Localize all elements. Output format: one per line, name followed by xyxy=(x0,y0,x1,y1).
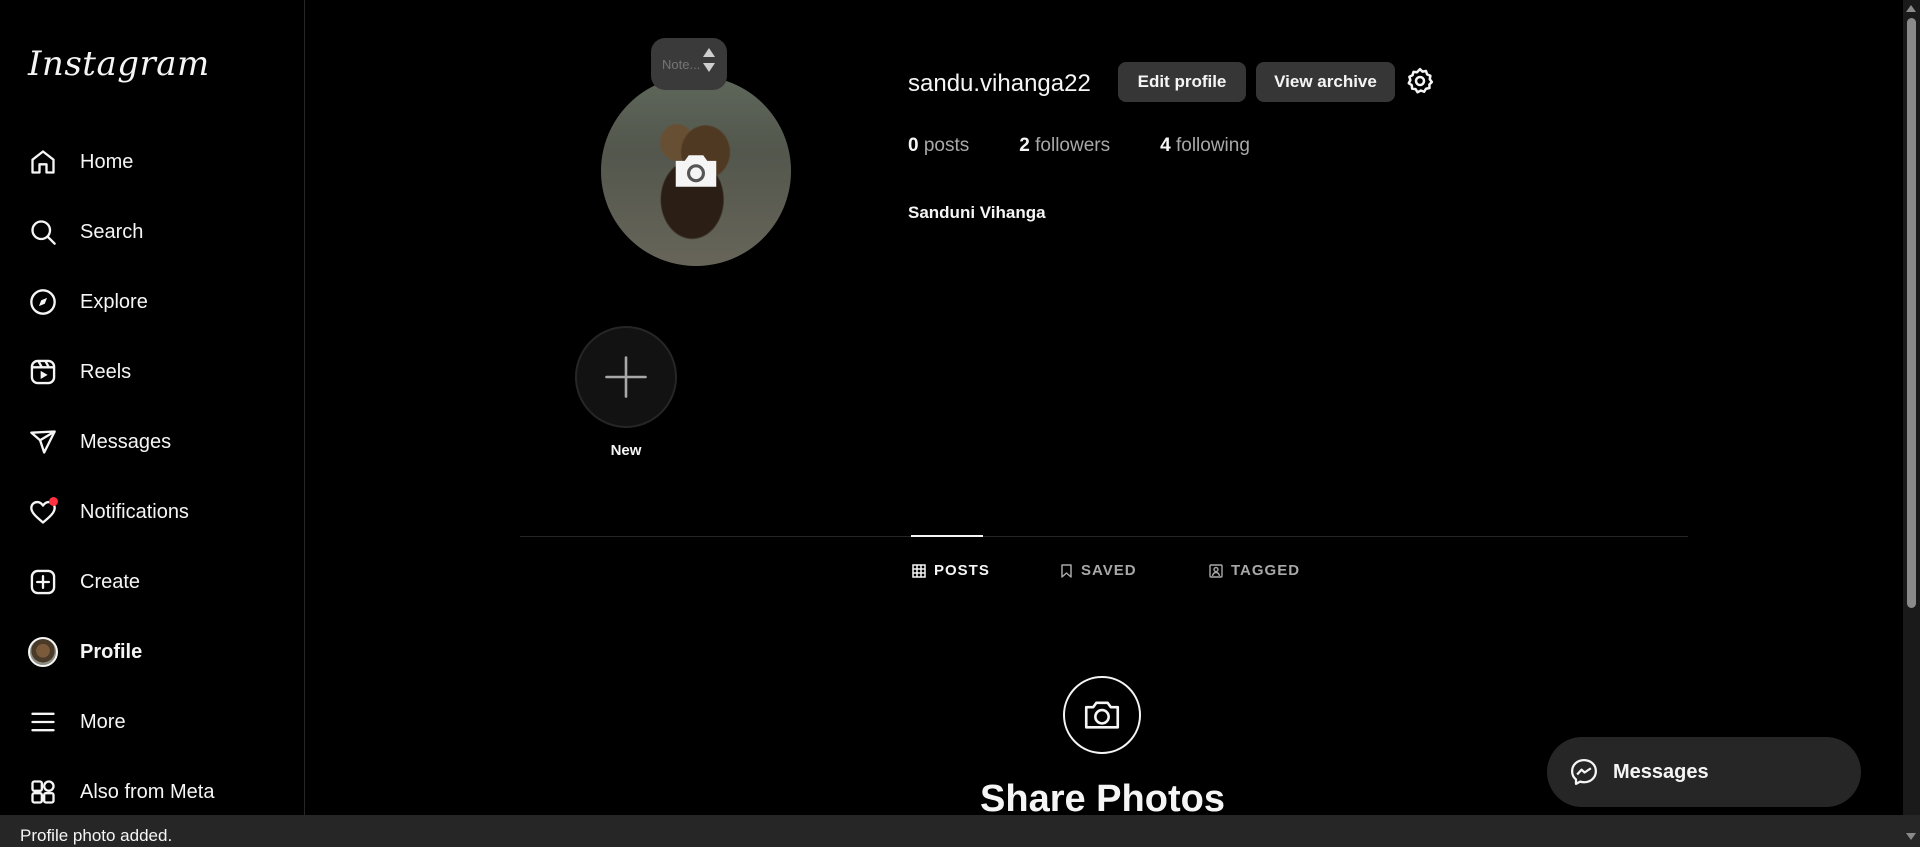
sidebar-item-label: Search xyxy=(80,220,144,243)
tagged-user-icon xyxy=(1209,563,1223,578)
tab-posts[interactable]: POSTS xyxy=(912,562,990,579)
profile-picture[interactable] xyxy=(601,76,791,266)
plus-square-icon xyxy=(28,567,58,597)
sidebar-item-label: Also from Meta xyxy=(80,780,215,803)
sidebar-item-label: Create xyxy=(80,570,141,593)
tab-label: TAGGED xyxy=(1231,562,1301,579)
note-bubble[interactable] xyxy=(651,38,727,90)
grid-icon xyxy=(912,563,926,578)
sidebar: Instagram Home Search Explore Reels Mess… xyxy=(0,0,305,847)
sidebar-item-notifications[interactable]: Notifications xyxy=(14,484,290,540)
plus-icon xyxy=(605,356,647,398)
instagram-logo[interactable]: Instagram xyxy=(28,44,210,84)
sidebar-item-create[interactable]: Create xyxy=(14,554,290,610)
profile-full-name: Sanduni Vihanga xyxy=(908,203,1046,222)
sidebar-item-label: More xyxy=(80,710,126,733)
scroll-thumb[interactable] xyxy=(1907,18,1916,608)
note-stepper[interactable] xyxy=(703,48,715,72)
following-stat[interactable]: 4 following xyxy=(1160,135,1250,157)
messages-label: Messages xyxy=(1613,760,1709,783)
home-icon xyxy=(28,147,58,177)
sidebar-item-label: Home xyxy=(80,150,134,173)
menu-icon xyxy=(28,707,58,737)
new-highlight-button[interactable]: New xyxy=(572,326,680,459)
sidebar-item-explore[interactable]: Explore xyxy=(14,274,290,330)
followers-stat[interactable]: 2 followers xyxy=(1019,135,1110,157)
view-archive-button[interactable]: View archive xyxy=(1256,62,1395,102)
sidebar-item-label: Notifications xyxy=(80,500,189,523)
share-photos-camera-icon[interactable] xyxy=(1063,676,1141,754)
sidebar-item-profile[interactable]: Profile xyxy=(14,624,290,680)
arrow-up-icon xyxy=(703,48,715,57)
sidebar-item-label: Reels xyxy=(80,360,132,383)
page-scrollbar[interactable] xyxy=(1903,0,1920,840)
active-tab-indicator xyxy=(911,535,983,537)
heart-icon xyxy=(28,497,58,527)
sidebar-item-also-from-meta[interactable]: Also from Meta xyxy=(14,764,290,820)
grid-icon xyxy=(28,777,58,807)
compass-icon xyxy=(28,287,58,317)
scroll-down-arrow[interactable] xyxy=(1906,833,1916,840)
bookmark-icon xyxy=(1060,563,1073,578)
tabs-divider xyxy=(520,536,1688,537)
camera-icon xyxy=(669,144,723,198)
paper-plane-icon xyxy=(28,427,58,457)
posts-stat: 0 posts xyxy=(908,135,970,156)
messenger-icon xyxy=(1569,757,1599,787)
toast-text: Profile photo added. xyxy=(20,826,173,845)
edit-profile-button[interactable]: Edit profile xyxy=(1118,62,1246,102)
sidebar-item-label: Profile xyxy=(80,640,143,663)
profile-stats: 0 posts 2 followers 4 following xyxy=(908,135,1300,157)
arrow-down-icon xyxy=(703,63,715,72)
sidebar-item-more[interactable]: More xyxy=(14,694,290,750)
search-icon xyxy=(28,217,58,247)
sidebar-item-reels[interactable]: Reels xyxy=(14,344,290,400)
note-input[interactable] xyxy=(660,55,708,73)
sidebar-item-home[interactable]: Home xyxy=(14,134,290,190)
profile-username: sandu.vihanga22 xyxy=(908,70,1091,97)
tab-saved[interactable]: SAVED xyxy=(1060,562,1137,579)
tab-label: POSTS xyxy=(934,562,990,579)
new-highlight-label: New xyxy=(610,442,642,459)
reels-icon xyxy=(28,357,58,387)
avatar xyxy=(28,637,58,667)
sidebar-item-label: Explore xyxy=(80,290,148,313)
tab-label: SAVED xyxy=(1081,562,1137,579)
settings-gear-icon[interactable] xyxy=(1405,66,1435,96)
notification-dot xyxy=(49,497,58,506)
scroll-up-arrow[interactable] xyxy=(1906,5,1916,12)
tab-tagged[interactable]: TAGGED xyxy=(1209,562,1300,579)
sidebar-item-search[interactable]: Search xyxy=(14,204,290,260)
new-highlight-circle[interactable] xyxy=(575,326,677,428)
messages-floating-button[interactable]: Messages xyxy=(1547,737,1861,807)
toast-notification: Profile photo added. xyxy=(0,815,1920,847)
sidebar-item-messages[interactable]: Messages xyxy=(14,414,290,470)
sidebar-item-label: Messages xyxy=(80,430,172,453)
